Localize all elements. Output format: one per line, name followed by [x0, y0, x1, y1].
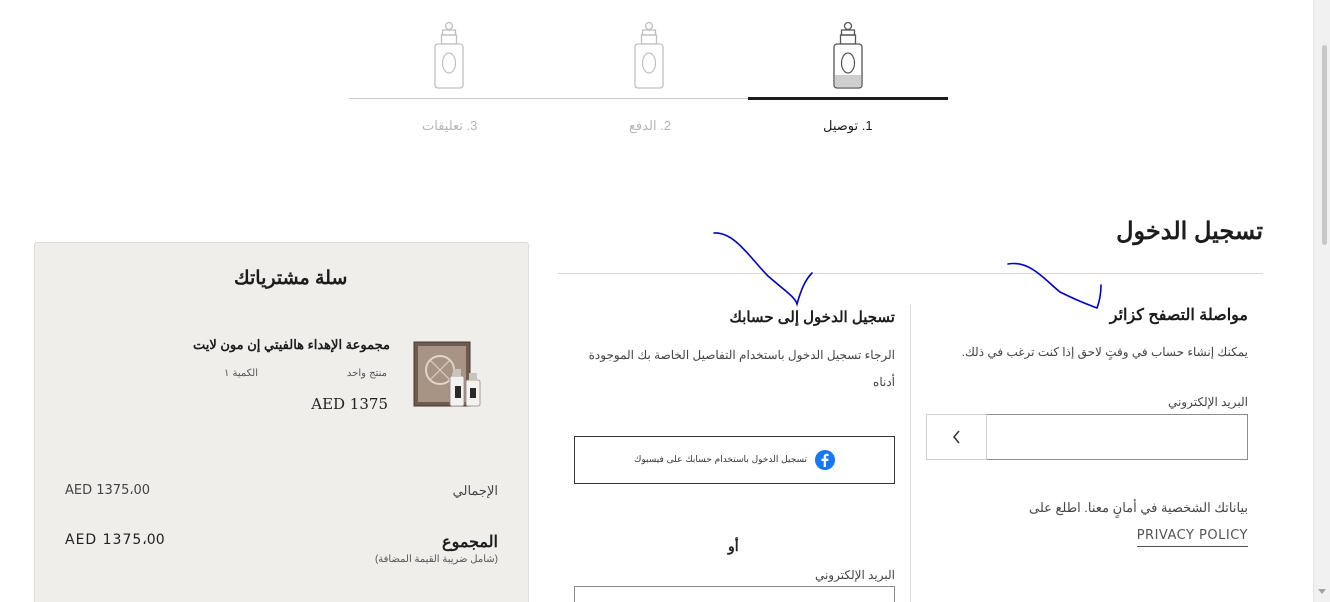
guest-description: يمكنك إنشاء حساب في وقتٍ لاحق إذا كنت تر…	[961, 345, 1248, 359]
scroll-down-arrow-icon[interactable]	[1318, 589, 1326, 594]
privacy-text: بياناتك الشخصية في أمانٍ معنا. اطلع على	[1029, 500, 1248, 515]
subtotal-value: AED 1375،00	[65, 483, 151, 498]
guest-email-field[interactable]	[986, 414, 1248, 460]
column-divider	[910, 305, 911, 602]
subtotal-label: الإجمالي	[452, 483, 498, 498]
total-label: المجموع	[442, 534, 498, 551]
product-image[interactable]	[412, 336, 486, 412]
annotation-arrow-guest	[1007, 262, 1102, 310]
product-count: منتج واحد	[346, 368, 387, 379]
guest-continue-button[interactable]	[926, 414, 987, 460]
total-vat-note: (شامل ضريبة القيمة المضافة)	[374, 554, 498, 565]
facebook-login-label: تسجيل الدخول باستخدام حسابك على فيسبوك	[633, 455, 808, 465]
privacy-policy-link[interactable]: PRIVACY POLICY	[1136, 528, 1248, 547]
step-payment-bottle-icon	[634, 21, 664, 89]
product-price: AED 1375	[311, 395, 388, 413]
stepper-active-indicator	[748, 97, 948, 100]
annotation-arrow-account	[713, 232, 813, 307]
chevron-left-icon	[952, 430, 960, 444]
step-payment-label: 2. الدفع	[629, 118, 671, 133]
account-email-field[interactable]	[574, 586, 895, 602]
facebook-login-button[interactable]: تسجيل الدخول باستخدام حسابك على فيسبوك	[574, 436, 895, 484]
product-name[interactable]: مجموعة الإهداء هالفيتي إن مون لايت	[193, 337, 390, 353]
or-separator: أو	[728, 538, 739, 554]
page-title: تسجيل الدخول	[1116, 218, 1263, 245]
step-feedback-bottle-icon	[434, 21, 464, 89]
total-value: AED 1375،00	[65, 532, 165, 548]
account-description: الرجاء تسجيل الدخول باستخدام التفاصيل ال…	[588, 348, 895, 389]
step-feedback-label: 3. تعليقات	[422, 118, 478, 133]
scrollbar-thumb[interactable]	[1322, 45, 1327, 245]
product-quantity: الكمية ١	[223, 368, 258, 379]
guest-heading: مواصلة التصفح كزائر	[1109, 307, 1248, 324]
account-heading: تسجيل الدخول إلى حسابك	[729, 309, 895, 326]
guest-email-label: البريد الإلكتروني	[1167, 395, 1248, 409]
cart-title: سلة مشترياتك	[234, 268, 348, 289]
account-email-label: البريد الإلكتروني	[814, 568, 895, 582]
step-delivery-label: 1. توصيل	[823, 118, 873, 133]
title-divider	[558, 273, 1263, 274]
facebook-icon	[815, 450, 836, 470]
step-delivery-bottle-icon	[833, 21, 863, 89]
